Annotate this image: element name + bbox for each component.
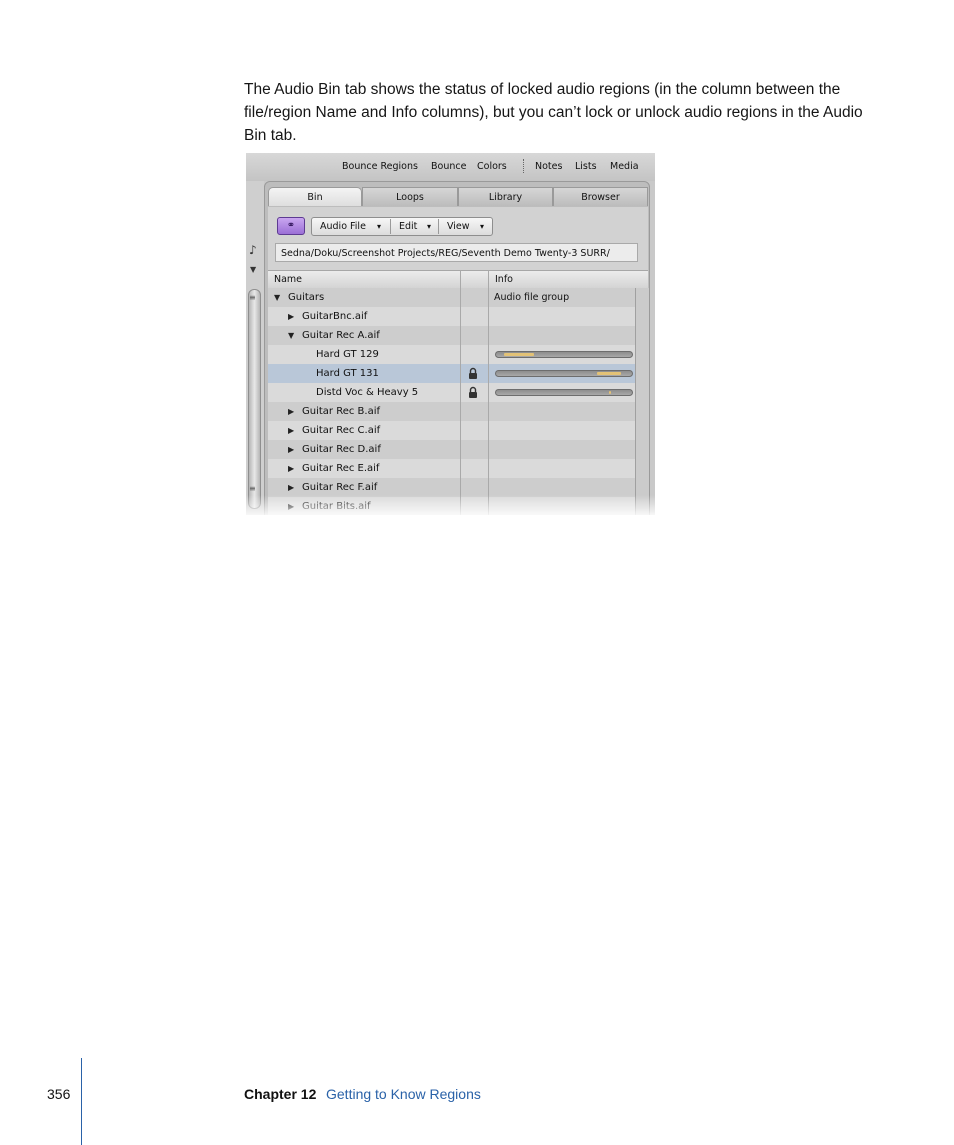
row-info: Audio file group xyxy=(494,292,570,303)
region-position-fill xyxy=(609,391,611,394)
view-menu[interactable]: View xyxy=(447,218,470,235)
table-row[interactable]: ▶ Guitar Rec E.aif xyxy=(268,459,635,478)
bin-table: Name Info ▼ Guitars Audio file group ▶ Guita… xyxy=(268,270,649,515)
chevron-down-icon: ▾ xyxy=(480,222,485,231)
notes-button[interactable]: Notes xyxy=(535,161,562,172)
tab-bar: Bin Loops Library Browser xyxy=(268,187,648,207)
page-number: 356 xyxy=(47,1086,71,1102)
row-name: Distd Voc & Heavy 5 xyxy=(316,387,419,398)
link-button[interactable]: ⚭ xyxy=(277,217,305,235)
vertical-scrollbar[interactable] xyxy=(635,288,649,515)
column-header-info[interactable]: Info xyxy=(495,271,513,288)
table-row[interactable]: ▶ Guitar Rec B.aif xyxy=(268,402,635,421)
media-panel: Bin Loops Library Browser ⚭ Audio File ▾… xyxy=(264,181,650,515)
chevron-down-icon: ▾ xyxy=(377,222,382,231)
row-name: Guitar Rec D.aif xyxy=(302,444,381,455)
link-icon: ⚭ xyxy=(286,220,296,231)
tab-loops[interactable]: Loops xyxy=(362,187,458,206)
edit-menu[interactable]: Edit xyxy=(399,218,417,235)
region-position-bar xyxy=(495,351,633,358)
audio-file-menu[interactable]: Audio File xyxy=(320,218,366,235)
row-name: Guitar Rec C.aif xyxy=(302,425,381,436)
fade-overlay xyxy=(246,495,655,515)
music-note-icon[interactable]: ♪ xyxy=(249,243,257,257)
table-row[interactable]: Hard GT 131 xyxy=(268,364,635,383)
left-scroll-strip: ♪ ▼ ≡ ≡ xyxy=(246,181,264,515)
disclosure-closed-icon[interactable]: ▶ xyxy=(288,459,294,478)
path-display: Sedna/Doku/Screenshot Projects/REG/Seven… xyxy=(275,243,638,262)
chapter-label: Chapter 12 xyxy=(244,1086,316,1102)
table-row[interactable]: Distd Voc & Heavy 5 xyxy=(268,383,635,402)
footer-rule xyxy=(81,1058,82,1145)
menu-divider xyxy=(438,219,439,234)
column-header-name[interactable]: Name xyxy=(274,271,302,288)
tab-browser[interactable]: Browser xyxy=(553,187,648,206)
lists-button[interactable]: Lists xyxy=(575,161,597,172)
body-paragraph: The Audio Bin tab shows the status of lo… xyxy=(244,80,863,144)
region-position-bar xyxy=(495,389,633,396)
menu-divider xyxy=(390,219,391,234)
column-divider xyxy=(460,270,461,515)
tab-library[interactable]: Library xyxy=(458,187,553,206)
table-row[interactable]: Hard GT 129 xyxy=(268,345,635,364)
row-name: Hard GT 131 xyxy=(316,368,379,379)
disclosure-open-icon[interactable]: ▼ xyxy=(288,326,294,345)
disclosure-closed-icon[interactable]: ▶ xyxy=(288,421,294,440)
table-row[interactable]: ▼ Guitar Rec A.aif xyxy=(268,326,635,345)
row-name: GuitarBnc.aif xyxy=(302,311,368,322)
chapter-title: Getting to Know Regions xyxy=(326,1086,481,1102)
disclosure-closed-icon[interactable]: ▶ xyxy=(288,307,294,326)
tab-bin[interactable]: Bin xyxy=(268,187,362,206)
region-position-fill xyxy=(597,372,621,375)
table-row[interactable]: ▶ Guitar Rec D.aif xyxy=(268,440,635,459)
row-name: Guitar Rec B.aif xyxy=(302,406,380,417)
region-position-fill xyxy=(504,353,534,356)
bounce-regions-button[interactable]: Bounce Regions xyxy=(342,161,418,172)
toolbar: Bounce Regions Bounce Colors Notes Lists… xyxy=(246,153,655,181)
row-name: Guitar Rec A.aif xyxy=(302,330,380,341)
table-row[interactable]: ▶ GuitarBnc.aif xyxy=(268,307,635,326)
lock-icon xyxy=(469,367,477,379)
region-position-bar xyxy=(495,370,633,377)
table-row[interactable]: ▶ Guitar Rec C.aif xyxy=(268,421,635,440)
disclosure-open-icon[interactable]: ▼ xyxy=(274,288,280,307)
table-header: Name Info xyxy=(268,270,648,289)
lock-icon xyxy=(469,386,477,398)
grip-icon: ≡ xyxy=(249,293,256,302)
bin-local-menu: Audio File ▾ Edit ▾ View ▾ xyxy=(311,217,493,236)
chapter-number: Chapter 12 xyxy=(244,1086,317,1102)
row-name: Guitars xyxy=(288,292,325,303)
grip-icon: ≡ xyxy=(249,484,256,493)
toolbar-divider xyxy=(523,159,526,173)
bin-content: ⚭ Audio File ▾ Edit ▾ View ▾ Sedna/Doku/… xyxy=(268,207,649,515)
disclosure-closed-icon[interactable]: ▶ xyxy=(288,440,294,459)
colors-button[interactable]: Colors xyxy=(477,161,507,172)
chevron-down-icon: ▾ xyxy=(427,222,432,231)
disclosure-closed-icon[interactable]: ▶ xyxy=(288,402,294,421)
column-divider xyxy=(488,270,489,515)
audio-bin-screenshot: Bounce Regions Bounce Colors Notes Lists… xyxy=(246,153,655,515)
media-button[interactable]: Media xyxy=(610,161,639,172)
triangle-down-icon[interactable]: ▼ xyxy=(250,265,256,274)
scrollbar-thumb[interactable] xyxy=(248,289,261,509)
row-name: Hard GT 129 xyxy=(316,349,379,360)
bounce-button[interactable]: Bounce xyxy=(431,161,466,172)
row-name: Guitar Rec E.aif xyxy=(302,463,380,474)
table-row[interactable]: ▼ Guitars Audio file group xyxy=(268,288,635,307)
